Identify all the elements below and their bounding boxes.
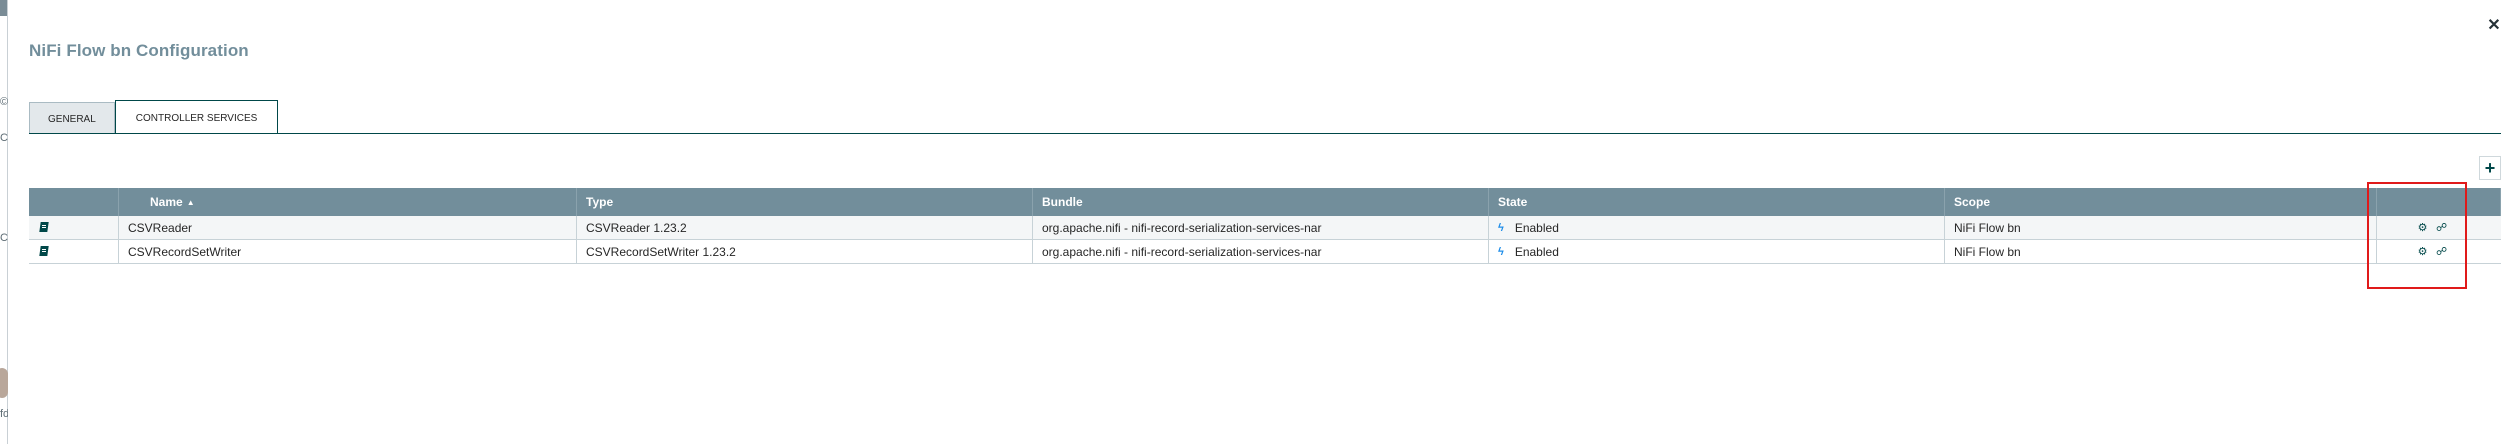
header-actions-column	[2377, 188, 2501, 216]
row-scope: NiFi Flow bn	[1945, 216, 2377, 239]
disable-icon[interactable]: ☍	[2436, 246, 2447, 258]
column-header-state-label: State	[1498, 195, 1528, 209]
row-name: CSVReader	[119, 216, 577, 239]
gear-icon[interactable]: ⚙	[2417, 222, 2428, 234]
row-state-label: Enabled	[1514, 244, 1559, 259]
background-fragment-4: fd	[0, 408, 8, 420]
background-canvas-edge: © C C fd	[0, 0, 8, 444]
enabled-bolt-icon: ϟ	[1498, 221, 1504, 234]
background-toolbar-fragment	[0, 0, 7, 16]
documentation-icon[interactable]	[39, 246, 49, 257]
disable-icon[interactable]: ☍	[2436, 222, 2447, 234]
column-header-scope[interactable]: Scope	[1945, 188, 2377, 216]
row-name: CSVRecordSetWriter	[119, 240, 577, 263]
column-header-name-label: Name	[150, 195, 183, 209]
column-header-name[interactable]: Name ▲	[119, 188, 577, 216]
controller-services-table: Name ▲ Type Bundle State Scope CSVReader…	[29, 188, 2501, 264]
row-type: CSVRecordSetWriter 1.23.2	[577, 240, 1033, 263]
row-icon-cell	[29, 216, 119, 239]
row-scope: NiFi Flow bn	[1945, 240, 2377, 263]
close-icon[interactable]: ✕	[2487, 18, 2501, 34]
row-type: CSVReader 1.23.2	[577, 216, 1033, 239]
dialog-title: NiFi Flow bn Configuration	[29, 41, 249, 60]
background-fragment-2: C	[0, 132, 8, 144]
tab-underline	[29, 133, 2501, 134]
row-state: ϟ Enabled	[1489, 216, 1945, 239]
table-header: Name ▲ Type Bundle State Scope	[29, 188, 2501, 216]
row-bundle: org.apache.nifi - nifi-record-serializat…	[1033, 216, 1489, 239]
row-actions: ⚙ ☍	[2377, 240, 2501, 263]
plus-icon: +	[2484, 158, 2496, 178]
tab-controller-services[interactable]: CONTROLLER SERVICES	[114, 100, 279, 134]
column-header-type-label: Type	[586, 195, 614, 209]
column-header-type[interactable]: Type	[577, 188, 1033, 216]
background-fragment-3: C	[0, 232, 8, 244]
column-header-bundle[interactable]: Bundle	[1033, 188, 1489, 216]
gear-icon[interactable]: ⚙	[2417, 246, 2428, 258]
row-bundle: org.apache.nifi - nifi-record-serializat…	[1033, 240, 1489, 263]
tab-general[interactable]: GENERAL	[29, 102, 115, 134]
documentation-icon[interactable]	[39, 222, 49, 233]
background-fragment-1: ©	[0, 96, 8, 108]
row-state: ϟ Enabled	[1489, 240, 1945, 263]
column-header-state[interactable]: State	[1489, 188, 1945, 216]
tab-bar: GENERAL CONTROLLER SERVICES	[29, 100, 279, 134]
sort-ascending-icon: ▲	[186, 197, 195, 207]
add-controller-service-button[interactable]: +	[2479, 156, 2501, 180]
row-actions: ⚙ ☍	[2377, 216, 2501, 239]
row-icon-cell	[29, 240, 119, 263]
column-header-scope-label: Scope	[1954, 195, 1991, 209]
enabled-bolt-icon: ϟ	[1498, 245, 1504, 258]
background-avatar-fragment	[0, 368, 8, 398]
row-state-label: Enabled	[1514, 220, 1559, 235]
column-header-bundle-label: Bundle	[1042, 195, 1083, 209]
table-row[interactable]: CSVReader CSVReader 1.23.2 org.apache.ni…	[29, 216, 2501, 240]
header-icon-column	[29, 188, 119, 216]
table-row[interactable]: CSVRecordSetWriter CSVRecordSetWriter 1.…	[29, 240, 2501, 264]
